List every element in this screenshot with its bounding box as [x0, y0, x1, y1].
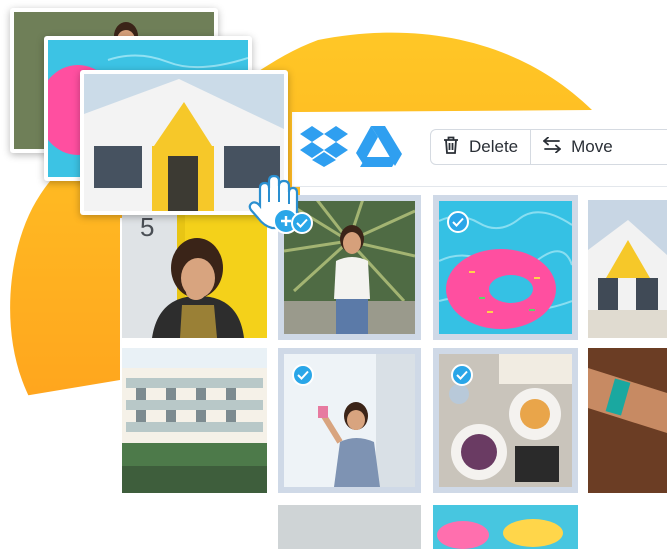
move-button[interactable]: Move: [530, 130, 625, 164]
trash-icon: [443, 136, 459, 159]
selected-check-icon[interactable]: [447, 211, 469, 233]
photo-tile-white-building[interactable]: [588, 200, 667, 338]
dropbox-icon[interactable]: [299, 124, 349, 173]
swap-arrows-icon: [543, 136, 562, 158]
photo-tile-donut-pool[interactable]: [433, 195, 578, 340]
delete-label: Delete: [469, 137, 519, 156]
door-number: 5: [140, 212, 154, 242]
action-button-group: Delete Move: [430, 129, 667, 165]
selected-check-icon[interactable]: [451, 364, 473, 386]
google-drive-icon[interactable]: [354, 124, 404, 173]
photo-tile-row3-floats[interactable]: [433, 505, 578, 549]
stage: Delete Move 5: [0, 0, 667, 549]
photo-tile-woman-selfie[interactable]: [278, 348, 421, 493]
selected-check-icon[interactable]: [291, 212, 313, 234]
photo-tile-arm-bracelets[interactable]: [588, 348, 667, 493]
photo-tile-motel[interactable]: [122, 348, 267, 493]
move-label: Move: [571, 137, 613, 156]
photo-tile-row3-left[interactable]: [278, 505, 421, 549]
photo-tile-brunch[interactable]: [433, 348, 578, 493]
selected-check-icon[interactable]: [292, 364, 314, 386]
delete-button[interactable]: Delete: [431, 130, 530, 164]
